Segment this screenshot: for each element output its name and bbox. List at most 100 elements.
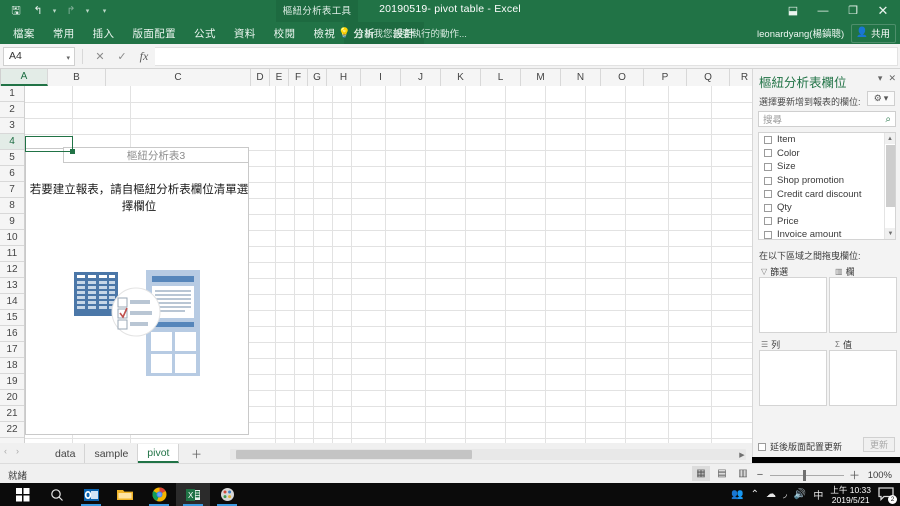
horizontal-scroll-thumb[interactable] <box>236 450 472 459</box>
tell-me-box[interactable]: 💡 告訴我您想要執行的動作... <box>338 22 467 44</box>
ribbon-tab-3[interactable]: 版面配置 <box>123 22 185 44</box>
column-header-D[interactable]: D <box>251 69 270 86</box>
zoom-slider-thumb[interactable] <box>803 470 806 481</box>
ribbon-tab-2[interactable]: 插入 <box>84 22 124 44</box>
close-icon[interactable]: ✕ <box>888 73 896 84</box>
select-all-corner[interactable] <box>0 69 1 86</box>
field-checkbox[interactable] <box>764 149 772 157</box>
field-row[interactable]: Shop promotion <box>759 174 895 188</box>
chevron-down-icon[interactable]: ▾ <box>878 73 883 84</box>
field-row[interactable]: Price <box>759 215 895 229</box>
row-header-4[interactable]: 4 <box>0 134 24 150</box>
page-layout-view-button[interactable]: ▤ <box>713 466 731 481</box>
column-header-L[interactable]: L <box>481 69 521 86</box>
column-header-B[interactable]: B <box>48 69 106 86</box>
wifi-icon[interactable]: ◞ <box>783 489 787 500</box>
ribbon-tab-1[interactable]: 常用 <box>44 22 84 44</box>
sheet-tab-data[interactable]: data <box>46 444 85 463</box>
row-header-16[interactable]: 16 <box>0 326 24 342</box>
column-header-E[interactable]: E <box>270 69 289 86</box>
row-header-1[interactable]: 1 <box>0 86 24 102</box>
row-header-8[interactable]: 8 <box>0 198 24 214</box>
scroll-up-icon[interactable]: ▲ <box>885 133 895 144</box>
update-button[interactable]: 更新 <box>863 437 895 452</box>
column-header-M[interactable]: M <box>521 69 561 86</box>
field-checkbox[interactable] <box>764 217 772 225</box>
row-header-6[interactable]: 6 <box>0 166 24 182</box>
ribbon-display-options-icon[interactable]: ⬓ <box>778 0 808 21</box>
field-list-scroll-thumb[interactable] <box>886 145 895 207</box>
field-list-scrollbar[interactable]: ▲ ▼ <box>884 133 895 239</box>
field-row[interactable]: Item <box>759 133 895 147</box>
hscroll-right-arrow[interactable]: ▶ <box>736 449 748 460</box>
sheet-tab-pivot[interactable]: pivot <box>138 444 179 463</box>
sheet-tab-sample[interactable]: sample <box>85 444 138 463</box>
onedrive-icon[interactable]: ☁ <box>766 489 776 500</box>
field-row[interactable]: Qty <box>759 201 895 215</box>
columns-zone-dropbox[interactable] <box>829 277 897 333</box>
page-break-view-button[interactable]: ▥ <box>734 466 752 481</box>
zoom-slider[interactable] <box>770 475 844 476</box>
column-header-H[interactable]: H <box>327 69 361 86</box>
field-checkbox[interactable] <box>764 163 772 171</box>
rows-zone-dropbox[interactable] <box>759 350 827 406</box>
name-box-dropdown-icon[interactable]: ▾ <box>66 54 70 62</box>
field-row[interactable]: Size <box>759 160 895 174</box>
confirm-icon[interactable]: ✓ <box>111 47 133 66</box>
column-header-C[interactable]: C <box>106 69 251 86</box>
defer-checkbox[interactable] <box>758 443 766 451</box>
row-header-21[interactable]: 21 <box>0 406 24 422</box>
scroll-down-icon[interactable]: ▼ <box>885 228 896 239</box>
field-search-input[interactable]: 搜尋 ⌕ <box>758 111 896 127</box>
row-header-7[interactable]: 7 <box>0 182 24 198</box>
share-button[interactable]: 👤 共用 <box>851 24 896 43</box>
cell-area[interactable]: 樞紐分析表3 若要建立報表，請自樞紐分析表欄位清單選擇欄位 <box>25 86 752 443</box>
zoom-level-label[interactable]: 100% <box>864 470 892 481</box>
add-sheet-button[interactable]: ＋ <box>189 444 203 463</box>
row-header-19[interactable]: 19 <box>0 374 24 390</box>
sheet-nav-prev[interactable]: ‹ <box>4 446 7 456</box>
ime-icon[interactable]: 中 <box>813 487 823 502</box>
formula-input[interactable] <box>155 47 898 66</box>
field-checkbox[interactable] <box>764 204 772 212</box>
field-checkbox[interactable] <box>764 190 772 198</box>
pane-tools-button[interactable]: ⚙ ▾ <box>867 91 895 106</box>
ribbon-tab-5[interactable]: 資料 <box>225 22 265 44</box>
outlook-icon[interactable] <box>74 483 108 506</box>
excel-icon[interactable]: X <box>176 483 210 506</box>
column-header-A[interactable]: A <box>1 69 48 86</box>
row-header-5[interactable]: 5 <box>0 150 24 166</box>
insert-function-icon[interactable]: fx <box>133 47 155 66</box>
paint-icon[interactable] <box>210 483 244 506</box>
column-header-N[interactable]: N <box>561 69 601 86</box>
search-icon[interactable]: ⌕ <box>885 114 891 125</box>
volume-icon[interactable]: 🔊 <box>794 489 806 500</box>
column-header-R[interactable]: R <box>730 69 752 86</box>
row-header-22[interactable]: 22 <box>0 422 24 438</box>
ribbon-tab-4[interactable]: 公式 <box>185 22 225 44</box>
column-header-I[interactable]: I <box>361 69 401 86</box>
ribbon-tab-6[interactable]: 校閱 <box>265 22 305 44</box>
row-header-17[interactable]: 17 <box>0 342 24 358</box>
notification-center-icon[interactable]: 2 <box>878 487 896 503</box>
row-header-18[interactable]: 18 <box>0 358 24 374</box>
values-zone-dropbox[interactable] <box>829 350 897 406</box>
row-header-10[interactable]: 10 <box>0 230 24 246</box>
row-header-14[interactable]: 14 <box>0 294 24 310</box>
filter-zone-dropbox[interactable] <box>759 277 827 333</box>
field-checkbox[interactable] <box>764 136 772 144</box>
people-icon[interactable]: 👥 <box>731 489 743 500</box>
search-icon[interactable] <box>40 483 74 506</box>
field-row[interactable]: Invoice amount <box>759 228 895 240</box>
column-header-G[interactable]: G <box>308 69 327 86</box>
row-header-20[interactable]: 20 <box>0 390 24 406</box>
show-hidden-icons[interactable]: ⌃ <box>751 489 759 500</box>
field-list[interactable]: ItemColorSizeShop promotionCredit card d… <box>758 132 896 240</box>
row-header-11[interactable]: 11 <box>0 246 24 262</box>
cancel-icon[interactable]: ✕ <box>89 47 111 66</box>
column-header-F[interactable]: F <box>289 69 308 86</box>
column-header-P[interactable]: P <box>644 69 687 86</box>
column-header-O[interactable]: O <box>601 69 644 86</box>
close-button[interactable]: ✕ <box>868 0 898 21</box>
defer-layout-update[interactable]: 延後版面配置更新 <box>758 440 842 453</box>
